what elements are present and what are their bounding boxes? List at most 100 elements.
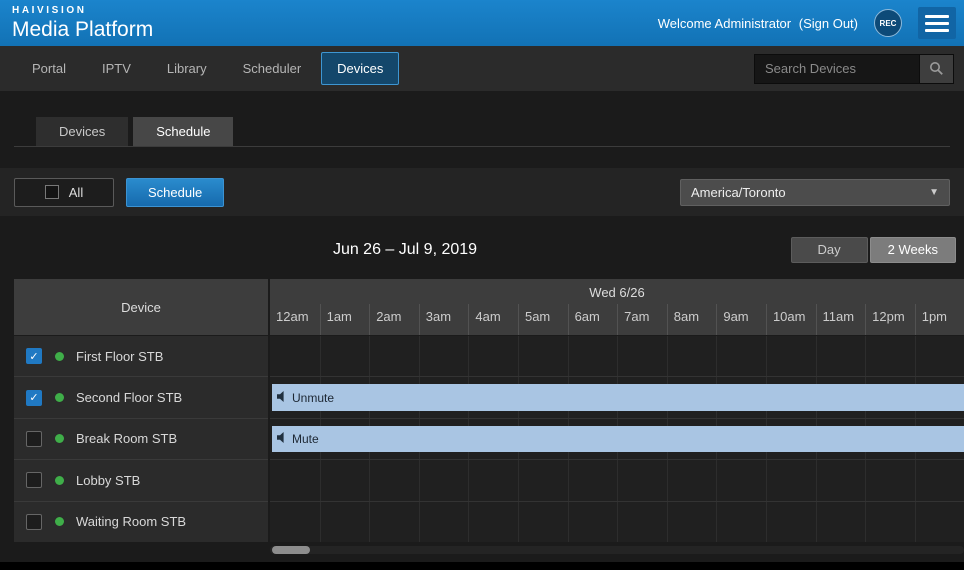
device-checkbox[interactable] [26,472,42,488]
timeline-day-label: Wed 6/26 [270,279,964,304]
date-range-title: Jun 26 – Jul 9, 2019 [0,241,810,259]
device-checkbox[interactable]: ✓ [26,390,42,406]
nav-item-devices[interactable]: Devices [321,52,399,85]
brand-name: HAIVISION [12,6,153,16]
status-dot [55,476,64,485]
timeline-cell [865,460,915,500]
top-header: HAIVISION Media Platform Welcome Adminis… [0,0,964,46]
timeline-cell [518,502,568,542]
search-icon [929,61,944,76]
hour-label: 9am [716,304,766,335]
hamburger-menu-icon[interactable] [918,7,956,39]
timeline-cell [568,336,618,376]
hours-row: 12am1am2am3am4am5am6am7am8am9am10am11am1… [270,304,964,335]
hour-label: 3am [419,304,469,335]
hour-label: 5am [518,304,568,335]
timeline-cell [419,460,469,500]
hour-label: 1am [320,304,370,335]
hour-label: 1pm [915,304,964,335]
timeline-row: Mute [270,418,964,459]
timeline-cell [865,336,915,376]
timeline-cell [270,502,320,542]
speaker-icon [277,432,287,446]
rec-indicator[interactable]: REC [874,9,902,37]
timeline-cell [915,502,964,542]
schedule-button[interactable]: Schedule [126,178,224,207]
tab-devices[interactable]: Devices [36,117,128,146]
nav-item-library[interactable]: Library [151,52,223,85]
schedule-grid: Device ✓First Floor STB✓Second Floor STB… [14,279,964,554]
bottom-edge [0,562,964,570]
device-name: Break Room STB [76,431,177,446]
scheduled-event-bar[interactable]: Mute [272,426,964,452]
timeline-cell [518,460,568,500]
timeline-cell [518,336,568,376]
brand-product: Media Platform [12,19,153,40]
timeline-cell [816,336,866,376]
tab-schedule[interactable]: Schedule [133,117,233,146]
timeline-cell [766,460,816,500]
timeline-cell [816,460,866,500]
all-checkbox[interactable] [45,185,59,199]
chevron-down-icon: ▼ [929,187,939,198]
timeline-cell [270,460,320,500]
hour-label: 12am [270,304,320,335]
timeline-cell [468,502,518,542]
device-rows: ✓First Floor STB✓Second Floor STBBreak R… [14,335,268,542]
hour-label: 4am [468,304,518,335]
timeline-header: Wed 6/26 12am1am2am3am4am5am6am7am8am9am… [270,279,964,335]
device-name: Waiting Room STB [76,514,186,529]
search-input[interactable] [754,54,920,84]
timeline-cell [766,336,816,376]
device-row: Break Room STB [14,418,268,459]
timeline-cell [716,336,766,376]
timeline-cell [816,502,866,542]
hour-label: 2am [369,304,419,335]
view-range-buttons: Day 2 Weeks [791,237,956,263]
tabs-divider [14,146,950,147]
schedule-toolbar: All Schedule America/Toronto ▼ [0,168,964,216]
nav-item-scheduler[interactable]: Scheduler [227,52,318,85]
hour-label: 8am [667,304,717,335]
nav-item-iptv[interactable]: IPTV [86,52,147,85]
timeline-cell [766,502,816,542]
haivision-media-platform-app: HAIVISION Media Platform Welcome Adminis… [0,0,964,554]
device-row: ✓ First Floor STB [14,335,268,376]
timeline-cell [468,460,518,500]
device-name: First Floor STB [76,349,163,364]
scrollbar-thumb[interactable] [272,546,310,554]
timeline-cell [320,460,370,500]
scheduled-event-bar[interactable]: Unmute [272,384,964,410]
hour-label: 12pm [865,304,915,335]
timeline-row: Unmute [270,376,964,417]
hour-label: 11am [816,304,866,335]
two-weeks-view-button[interactable]: 2 Weeks [870,237,956,263]
timezone-dropdown[interactable]: America/Toronto ▼ [680,179,950,206]
select-all-button[interactable]: All [14,178,114,207]
timeline-row [270,459,964,500]
view-tabs: Devices Schedule [36,117,964,146]
brand-logo[interactable]: HAIVISION Media Platform [12,6,153,40]
timeline-cell [667,336,717,376]
timeline-cell [617,460,667,500]
timeline-cell [369,502,419,542]
device-name: Lobby STB [76,473,140,488]
timeline-cell [468,336,518,376]
device-checkbox[interactable] [26,514,42,530]
timeline-cell [716,460,766,500]
timeline-row [270,335,964,376]
timeline-cell [667,502,717,542]
period-row: Jun 26 – Jul 9, 2019 Day 2 Weeks [0,236,964,263]
main-navigation: Portal IPTV Library Scheduler Devices [0,46,964,91]
device-checkbox[interactable]: ✓ [26,348,42,364]
timezone-value: America/Toronto [691,185,786,200]
horizontal-scrollbar[interactable] [270,546,964,554]
timeline-cell [915,460,964,500]
timeline-cell [915,336,964,376]
nav-item-portal[interactable]: Portal [16,52,82,85]
timeline-cell [270,336,320,376]
device-checkbox[interactable] [26,431,42,447]
status-dot [55,352,64,361]
search-button[interactable] [920,54,954,84]
sign-out-link[interactable]: (Sign Out) [799,16,858,31]
